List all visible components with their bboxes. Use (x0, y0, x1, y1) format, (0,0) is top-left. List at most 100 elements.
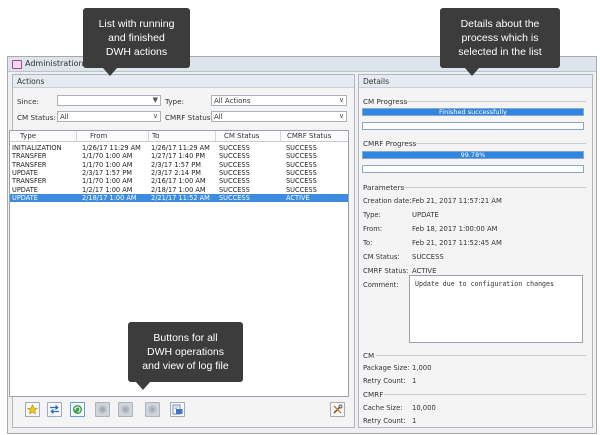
cell-cmrf-status: SUCCESS (286, 177, 317, 186)
table-row[interactable]: INITIALIZATION 1/26/17 11:29 AM 1/26/17 11… (10, 144, 348, 152)
cell-cm-status: SUCCESS (219, 152, 250, 161)
from-detail-value: Feb 18, 2017 1:00:00 AM (412, 225, 498, 233)
to-detail-value: Feb 21, 2017 11:52:45 AM (412, 239, 502, 247)
cmrf-status-label: CMRF Status: (165, 113, 213, 122)
chevron-down-icon: ∨ (338, 112, 344, 120)
type-detail-value: UPDATE (412, 211, 439, 219)
disabled-action-button[interactable] (95, 402, 110, 417)
creation-date-label: Creation date: (363, 197, 412, 205)
actions-panel-title: Actions (17, 77, 45, 86)
since-label: Since: (17, 97, 39, 106)
table-row[interactable]: UPDATE 2/18/17 1:00 AM 2/21/17 11:52 AM SUC… (10, 193, 348, 202)
table-row[interactable]: UPDATE 1/2/17 1:00 AM 2/18/17 1:00 AM SUCCE… (10, 186, 348, 194)
cmrf-status-combo[interactable]: All ∨ (211, 111, 347, 122)
from-detail-label: From: (363, 225, 383, 233)
column-header-to[interactable]: To (152, 132, 159, 140)
column-divider[interactable] (215, 131, 216, 141)
parameters-label: Parameters (363, 183, 405, 192)
cell-type: UPDATE (12, 193, 38, 202)
cm-secondary-progress-bar (362, 122, 584, 130)
comment-text: Update due to configuration changes (415, 280, 554, 288)
type-value: All Actions (214, 97, 251, 105)
cm-progress-label: CM Progress (363, 97, 408, 106)
cmrf-status-detail-label: CMRF Status: (363, 267, 409, 275)
cmrf-status-value: All (214, 113, 223, 121)
cache-size-label: Cache Size: (363, 404, 403, 412)
callout-pointer (136, 382, 150, 390)
disabled-action-icon (98, 405, 107, 414)
cell-to: 2/3/17 2:14 PM (151, 168, 201, 177)
star-icon (27, 404, 38, 415)
since-combo[interactable]: ▼ (57, 95, 161, 106)
column-divider[interactable] (148, 131, 149, 141)
package-size-value: 1,000 (412, 364, 432, 372)
cell-cmrf-status: SUCCESS (286, 168, 317, 177)
column-header-type[interactable]: Type (20, 132, 36, 140)
table-row[interactable]: UPDATE 2/3/17 1:57 PM 2/3/17 2:14 PM SUCCES… (10, 169, 348, 177)
type-detail-label: Type: (363, 211, 381, 219)
callout-line: selected in the list (458, 46, 542, 58)
cell-to: 1/26/17 11:29 AM (151, 144, 210, 152)
transfer-icon (50, 405, 59, 414)
comment-textarea[interactable]: Update due to configuration changes (409, 275, 583, 343)
cell-type: INITIALIZATION (12, 144, 62, 152)
cell-from: 1/1/70 1:00 AM (82, 177, 133, 186)
callout-line: Details about the (460, 18, 540, 30)
type-label: Type: (165, 97, 184, 106)
cell-type: TRANSFER (12, 160, 47, 169)
callout-line: and view of log file (142, 360, 229, 372)
cmrf-retry-count-label: Retry Count: (363, 417, 406, 425)
cell-from: 2/3/17 1:57 PM (82, 168, 132, 177)
tools-button[interactable] (330, 402, 345, 417)
cell-cmrf-status: SUCCESS (286, 144, 317, 152)
cell-cm-status: SUCCESS (219, 185, 250, 194)
tools-icon (333, 404, 343, 414)
cell-cm-status: SUCCESS (219, 160, 250, 169)
transfer-button[interactable] (47, 402, 62, 417)
log-file-button[interactable] (170, 402, 185, 417)
type-combo[interactable]: All Actions ∨ (211, 95, 347, 106)
column-divider[interactable] (280, 131, 281, 141)
cell-from: 2/18/17 1:00 AM (82, 193, 137, 202)
callout-line: List with running (98, 18, 175, 30)
chevron-down-icon: ∨ (338, 96, 344, 104)
callout-pointer (103, 68, 117, 76)
cell-from: 1/1/70 1:00 AM (82, 152, 133, 161)
cm-status-combo[interactable]: All ∨ (57, 111, 161, 122)
cmrf-retry-count-value: 1 (412, 417, 417, 425)
cell-from: 1/26/17 11:29 AM (82, 144, 141, 152)
star-button[interactable] (25, 402, 40, 417)
table-header: Type From To CM Status CMRF Status (10, 131, 348, 142)
details-panel-title: Details (363, 77, 390, 86)
window-icon (12, 60, 22, 69)
cmrf-status-detail-value: ACTIVE (412, 267, 437, 275)
cm-status-detail-label: CM Status: (363, 253, 400, 261)
cmrf-section-label: CMRF (363, 390, 384, 399)
cell-type: UPDATE (12, 168, 38, 177)
column-header-cm-status[interactable]: CM Status (224, 132, 259, 140)
table-row[interactable]: TRANSFER 1/1/70 1:00 AM 1/27/17 1:40 PM SUC… (10, 152, 348, 160)
refresh-button[interactable] (70, 402, 85, 417)
disabled-action-icon (121, 405, 130, 414)
disabled-action-button[interactable] (145, 402, 160, 417)
cell-cmrf-status: SUCCESS (286, 160, 317, 169)
cell-type: TRANSFER (12, 177, 47, 186)
cell-to: 2/21/17 11:52 AM (151, 193, 210, 202)
callout-pointer (465, 68, 479, 76)
callout-line: DWH operations (146, 346, 225, 358)
cell-to: 2/3/17 1:57 PM (151, 160, 201, 169)
window-title: Administration (25, 59, 84, 68)
column-divider[interactable] (76, 131, 77, 141)
cell-type: UPDATE (12, 185, 38, 194)
column-header-from[interactable]: From (90, 132, 107, 140)
column-header-cmrf-status[interactable]: CMRF Status (287, 132, 331, 140)
disabled-action-button[interactable] (118, 402, 133, 417)
cell-cm-status: SUCCESS (219, 193, 250, 202)
cmrf-progress-text: 99.78% (460, 151, 486, 159)
table-row[interactable]: TRANSFER 1/1/70 1:00 AM 2/16/17 1:00 AM SUC… (10, 177, 348, 185)
chevron-down-icon: ▼ (152, 96, 158, 104)
actions-panel-header: Actions (13, 75, 354, 88)
cell-cmrf-status: SUCCESS (286, 152, 317, 161)
cmrf-progress-bar: 99.78% (362, 151, 584, 159)
table-row[interactable]: TRANSFER 1/1/70 1:00 AM 2/3/17 1:57 PM SUCC… (10, 161, 348, 169)
